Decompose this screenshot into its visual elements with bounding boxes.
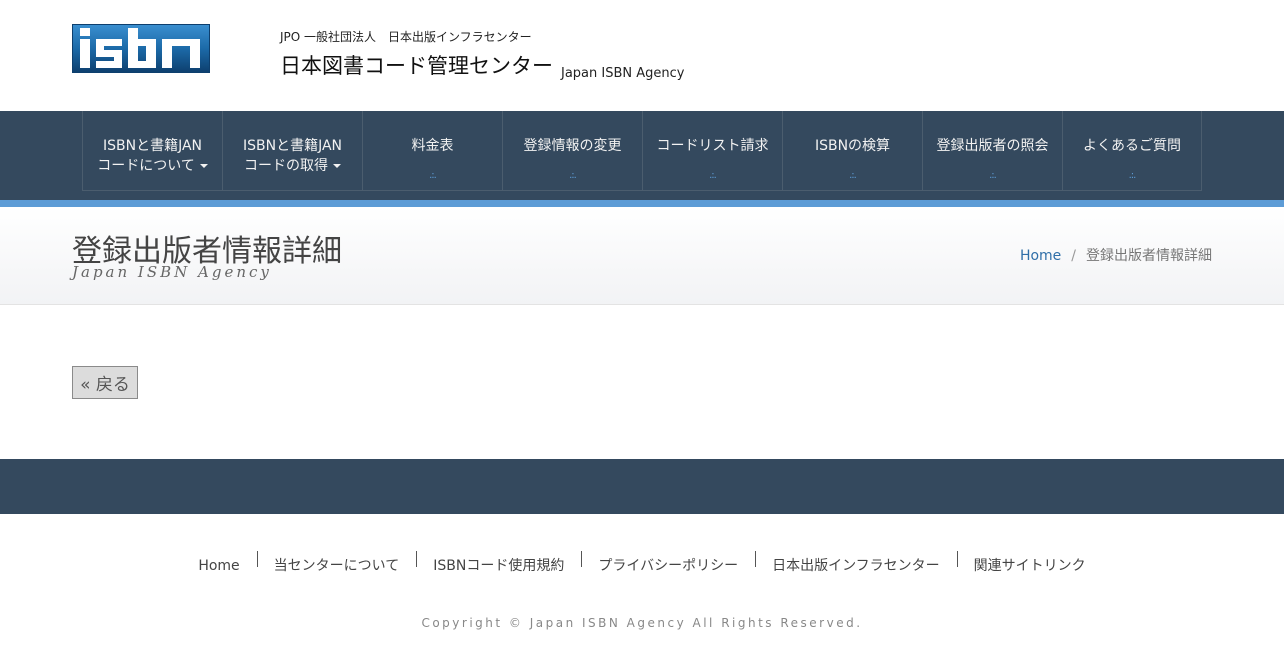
nav-dots-icon: .:. [709, 170, 717, 181]
nav-item-label: よくあるご質問 [1083, 138, 1181, 154]
nav-item-5[interactable]: ISBNの検算.:. [782, 111, 922, 191]
org-subtitle: JPO 一般社団法人 日本出版インフラセンター [280, 30, 532, 44]
nav-dots-icon: .:. [569, 170, 577, 181]
nav-item-2[interactable]: 料金表.:. [362, 111, 502, 191]
nav-item-4[interactable]: コードリスト請求.:. [642, 111, 782, 191]
nav-item-label: コードリスト請求 [656, 138, 769, 154]
nav-item-label-line2: コードの取得 [244, 156, 341, 176]
nav-item-label-text: コードの取得 [244, 158, 328, 174]
breadcrumb: Home / 登録出版者情報詳細 [1020, 245, 1212, 265]
nav-dots-icon: .:. [989, 170, 997, 181]
page-subtitle: Japan ISBN Agency [72, 263, 272, 281]
nav-item-label: 登録出版者の照会 [936, 138, 1049, 154]
nav-item-label: 料金表 [411, 138, 454, 154]
nav-item-label: ISBNと書籍JAN [102, 138, 203, 154]
caret-down-icon [199, 164, 208, 168]
breadcrumb-current: 登録出版者情報詳細 [1086, 248, 1212, 264]
site-title-jp: 日本図書コード管理センター [280, 54, 553, 78]
nav-items: ISBNと書籍JAN コードについて ISBNと書籍JAN コードの取得 料金表.:. 登… [82, 111, 1202, 191]
nav-item-label-line2: コードについて [97, 156, 208, 176]
nav-item-label: 登録情報の変更 [523, 138, 622, 154]
site-title[interactable]: 日本図書コード管理センター Japan ISBN Agency [280, 50, 685, 81]
back-button[interactable]: « 戻る [72, 366, 138, 399]
nav-item-1[interactable]: ISBNと書籍JAN コードの取得 [222, 111, 362, 191]
nav-dots-icon: .:. [429, 170, 437, 181]
nav-item-6[interactable]: 登録出版者の照会.:. [922, 111, 1062, 191]
nav-dots-icon: .:. [849, 170, 857, 181]
footer-bar [0, 459, 1284, 514]
page-title-band: 登録出版者情報詳細 Japan ISBN Agency Home / 登録出版者情報… [0, 207, 1284, 305]
nav-item-0[interactable]: ISBNと書籍JAN コードについて [82, 111, 222, 191]
footer-link-0[interactable]: Home [181, 551, 256, 581]
site-title-en: Japan ISBN Agency [561, 66, 685, 81]
nav-item-3[interactable]: 登録情報の変更.:. [502, 111, 642, 191]
nav-item-label-text: コードについて [97, 158, 195, 174]
breadcrumb-separator: / [1071, 248, 1076, 264]
isbn-logo[interactable] [72, 24, 210, 73]
breadcrumb-home-link[interactable]: Home [1020, 248, 1061, 264]
main-nav: ISBNと書籍JAN コードについて ISBNと書籍JAN コードの取得 料金表.:. 登… [0, 111, 1284, 201]
footer-link-5[interactable]: 関連サイトリンク [956, 551, 1103, 581]
footer-link-1[interactable]: 当センターについて [256, 551, 417, 581]
footer-link-4[interactable]: 日本出版インフラセンター [755, 551, 957, 581]
nav-item-label: ISBNと書籍JAN [242, 138, 343, 154]
footer-link-3[interactable]: プライバシーポリシー [581, 551, 755, 581]
nav-accent-bar [0, 200, 1284, 207]
copyright-text: Copyright © Japan ISBN Agency All Rights… [421, 616, 863, 630]
footer-links: Home 当センターについて ISBNコード使用規約 プライバシーポリシー 日本出版イン… [0, 551, 1284, 581]
nav-item-7[interactable]: よくあるご質問.:. [1062, 111, 1202, 191]
footer-link-2[interactable]: ISBNコード使用規約 [416, 551, 581, 581]
nav-dots-icon: .:. [1128, 170, 1137, 181]
site-header: JPO 一般社団法人 日本出版インフラセンター 日本図書コード管理センター Ja… [0, 0, 1284, 111]
nav-item-label: ISBNの検算 [814, 138, 891, 154]
caret-down-icon [333, 164, 341, 168]
